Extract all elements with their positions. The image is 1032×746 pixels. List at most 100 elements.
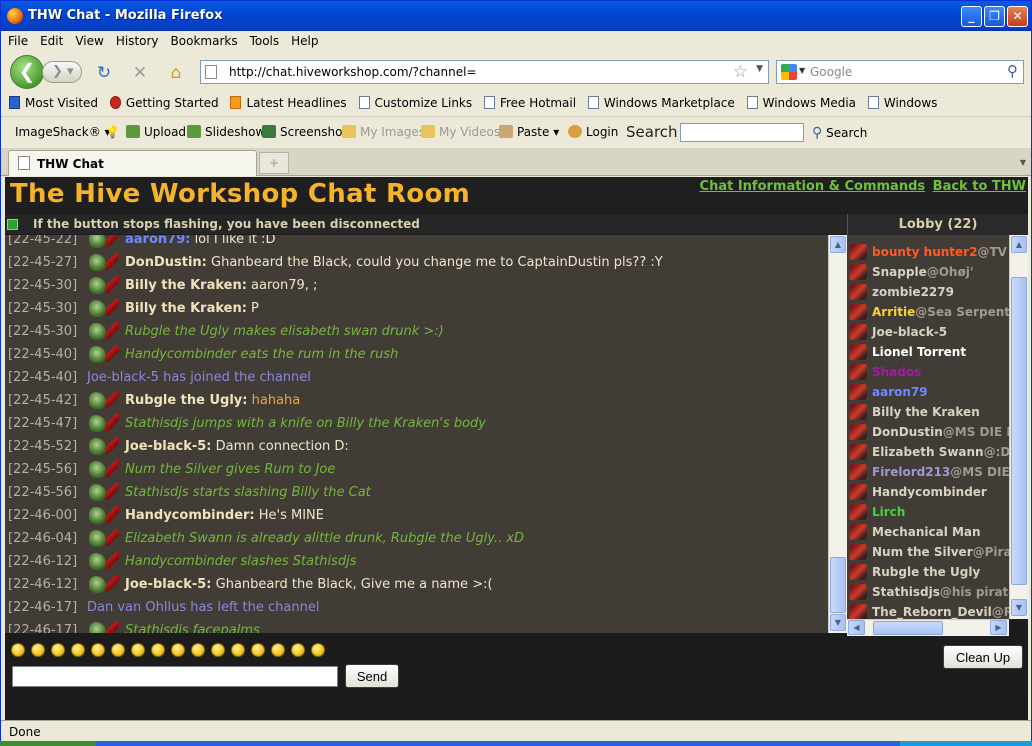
user-avatar-icon[interactable]: [88, 321, 120, 341]
lobby-user[interactable]: Mechanical Man: [847, 522, 1009, 542]
user-avatar-icon[interactable]: [88, 252, 120, 272]
web-search-box[interactable]: ▼ Google ⚲: [776, 60, 1024, 84]
emoticon-icon[interactable]: [251, 643, 265, 657]
message-nickname[interactable]: Handycombinder:: [125, 508, 255, 523]
emoticon-icon[interactable]: [271, 643, 285, 657]
stop-icon[interactable]: ✕: [129, 62, 151, 84]
user-avatar-icon[interactable]: [88, 390, 120, 410]
scroll-down-arrow[interactable]: ▼: [1011, 599, 1027, 616]
lobby-user[interactable]: Elizabeth Swann@:D: [847, 442, 1009, 462]
emoticon-icon[interactable]: [291, 643, 305, 657]
menu-history[interactable]: History: [109, 31, 164, 48]
slideshow-button[interactable]: Slideshow: [187, 125, 265, 139]
emoticon-icon[interactable]: [131, 643, 145, 657]
clean-up-button[interactable]: Clean Up: [943, 645, 1023, 669]
paste-button[interactable]: Paste ▾: [499, 125, 559, 139]
menu-edit[interactable]: Edit: [33, 31, 68, 48]
close-button[interactable]: ✕: [1007, 6, 1028, 27]
scroll-up-arrow[interactable]: ▲: [1011, 236, 1027, 253]
emoticon-icon[interactable]: [71, 643, 85, 657]
url-text[interactable]: http://chat.hiveworkshop.com/?channel=: [229, 65, 477, 79]
lobby-user[interactable]: Joe-black-5: [847, 322, 1009, 342]
search-placeholder[interactable]: Google: [810, 65, 852, 79]
url-dropdown-icon[interactable]: ▼: [756, 64, 763, 74]
lobby-user[interactable]: DonDustin@MS DIE IN: [847, 422, 1009, 442]
lobby-user[interactable]: Lirch: [847, 502, 1009, 522]
emoticon-icon[interactable]: [211, 643, 225, 657]
user-avatar-icon[interactable]: [88, 574, 120, 594]
scroll-down-arrow[interactable]: ▼: [830, 614, 846, 631]
lobby-user[interactable]: bounty hunter2@TV: [847, 242, 1009, 262]
chat-info-link[interactable]: Chat Information & Commands: [700, 179, 926, 194]
lobby-user[interactable]: Handycombinder: [847, 482, 1009, 502]
user-avatar-icon[interactable]: [88, 551, 120, 571]
lobby-user[interactable]: The_Reborn_Devil@R: [847, 602, 1009, 619]
bookmark-free-hotmail[interactable]: Free Hotmail: [483, 96, 576, 110]
back-button[interactable]: ❮: [10, 55, 44, 89]
user-avatar-icon[interactable]: [88, 528, 120, 548]
bookmark-latest-headlines[interactable]: Latest Headlines: [230, 96, 347, 110]
upload-button[interactable]: Upload: [126, 125, 186, 139]
send-button[interactable]: Send: [345, 664, 399, 688]
imageshack-search-button[interactable]: ⚲ Search: [812, 125, 867, 141]
emoticon-icon[interactable]: [51, 643, 65, 657]
lobby-user[interactable]: Shados: [847, 362, 1009, 382]
menu-view[interactable]: View: [68, 31, 108, 48]
screenshot-button[interactable]: Screenshot: [262, 125, 347, 139]
emoticon-icon[interactable]: [171, 643, 185, 657]
lobby-user[interactable]: Firelord213@MS DIE: [847, 462, 1009, 482]
lobby-hscroll-thumb[interactable]: [873, 621, 943, 635]
login-button[interactable]: Login: [568, 125, 618, 139]
message-nickname[interactable]: aaron79:: [125, 235, 190, 247]
bookmark-windows-marketplace[interactable]: Windows Marketplace: [587, 96, 735, 110]
lobby-vertical-scrollbar[interactable]: ▲ ▼: [1009, 235, 1028, 619]
emoticon-icon[interactable]: [151, 643, 165, 657]
user-avatar-icon[interactable]: [88, 436, 120, 456]
search-icon[interactable]: ⚲: [1007, 62, 1018, 80]
bookmark-star-icon[interactable]: ☆: [733, 62, 748, 82]
lobby-user[interactable]: Rubgle the Ugly: [847, 562, 1009, 582]
emoticon-icon[interactable]: [91, 643, 105, 657]
bookmark-most-visited[interactable]: Most Visited: [9, 96, 98, 110]
emoticon-icon[interactable]: [31, 643, 45, 657]
lobby-scroll-thumb[interactable]: [1011, 277, 1027, 585]
minimize-button[interactable]: _: [961, 6, 982, 27]
message-input[interactable]: [12, 666, 338, 687]
back-to-thw-link[interactable]: Back to THW: [933, 179, 1026, 194]
my-videos-button[interactable]: My Videos: [421, 125, 500, 139]
user-avatar-icon[interactable]: [88, 482, 120, 502]
emoticon-icon[interactable]: [311, 643, 325, 657]
bookmark-windows-media[interactable]: Windows Media: [746, 96, 856, 110]
emoticon-icon[interactable]: [191, 643, 205, 657]
menu-tools[interactable]: Tools: [243, 31, 285, 48]
user-avatar-icon[interactable]: [88, 275, 120, 295]
imageshack-menu[interactable]: ImageShack® ▾: [15, 125, 111, 139]
lobby-user[interactable]: Snapple@Ohøj': [847, 262, 1009, 282]
message-nickname[interactable]: Billy the Kraken:: [125, 301, 247, 316]
chat-scroll-thumb[interactable]: [830, 557, 846, 613]
reload-icon[interactable]: ↻: [93, 62, 115, 84]
lobby-horizontal-scrollbar[interactable]: ◀ ▶: [847, 619, 1009, 636]
lobby-user[interactable]: Arritie@Sea Serpent: [847, 302, 1009, 322]
user-avatar-icon[interactable]: [88, 298, 120, 318]
message-nickname[interactable]: Billy the Kraken:: [125, 278, 247, 293]
new-tab-button[interactable]: +: [259, 152, 289, 174]
scroll-right-arrow[interactable]: ▶: [990, 620, 1007, 635]
search-engine-dropdown-icon[interactable]: ▼: [799, 66, 805, 75]
user-avatar-icon[interactable]: [88, 235, 120, 249]
maximize-button[interactable]: ❐: [984, 6, 1005, 27]
lobby-user[interactable]: zombie2279: [847, 282, 1009, 302]
imageshack-search-input[interactable]: [680, 123, 804, 142]
user-avatar-icon[interactable]: [88, 505, 120, 525]
tab-thw-chat[interactable]: THW Chat: [8, 150, 257, 176]
message-nickname[interactable]: Rubgle the Ugly:: [125, 393, 247, 408]
scroll-up-arrow[interactable]: ▲: [830, 236, 846, 253]
user-avatar-icon[interactable]: [88, 413, 120, 433]
chat-scrollbar[interactable]: ▲ ▼: [828, 235, 847, 633]
lobby-user[interactable]: Stathisdjs@his pirate: [847, 582, 1009, 602]
menu-help[interactable]: Help: [284, 31, 323, 48]
message-nickname[interactable]: Joe-black-5:: [125, 577, 212, 592]
user-avatar-icon[interactable]: [88, 344, 120, 364]
forward-button[interactable]: ❯ ▾: [42, 61, 82, 83]
google-icon[interactable]: [781, 64, 797, 80]
